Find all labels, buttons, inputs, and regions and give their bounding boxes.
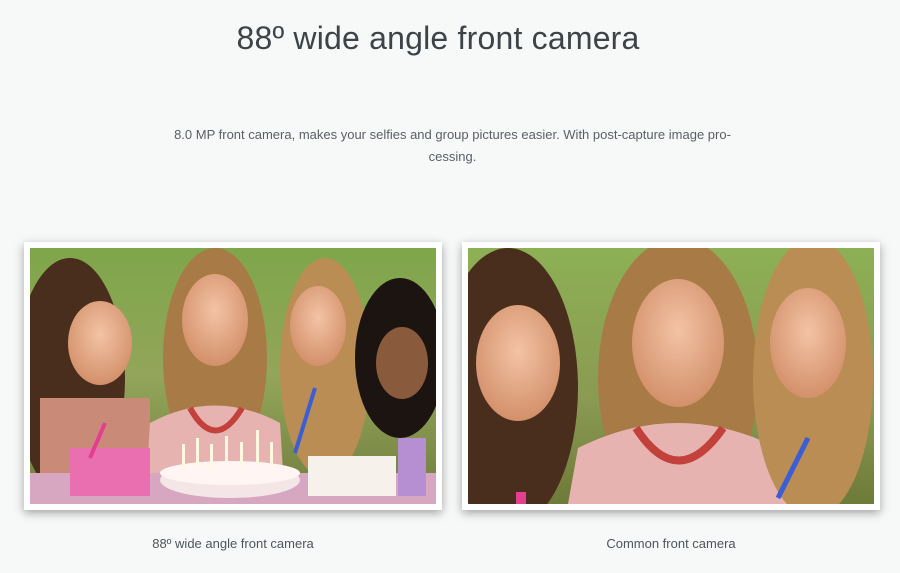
common-camera-photo xyxy=(462,242,880,510)
wide-angle-photo-image xyxy=(30,248,436,504)
wide-angle-photo xyxy=(24,242,442,510)
common-camera-caption: Common front camera xyxy=(606,536,736,551)
common-camera-photo-image xyxy=(468,248,874,504)
feature-description: 8.0 MP front camera, makes your selfies … xyxy=(174,127,731,164)
wide-angle-caption: 88º wide angle front camera xyxy=(152,536,314,551)
page-title: 88º wide angle front camera xyxy=(236,20,640,56)
